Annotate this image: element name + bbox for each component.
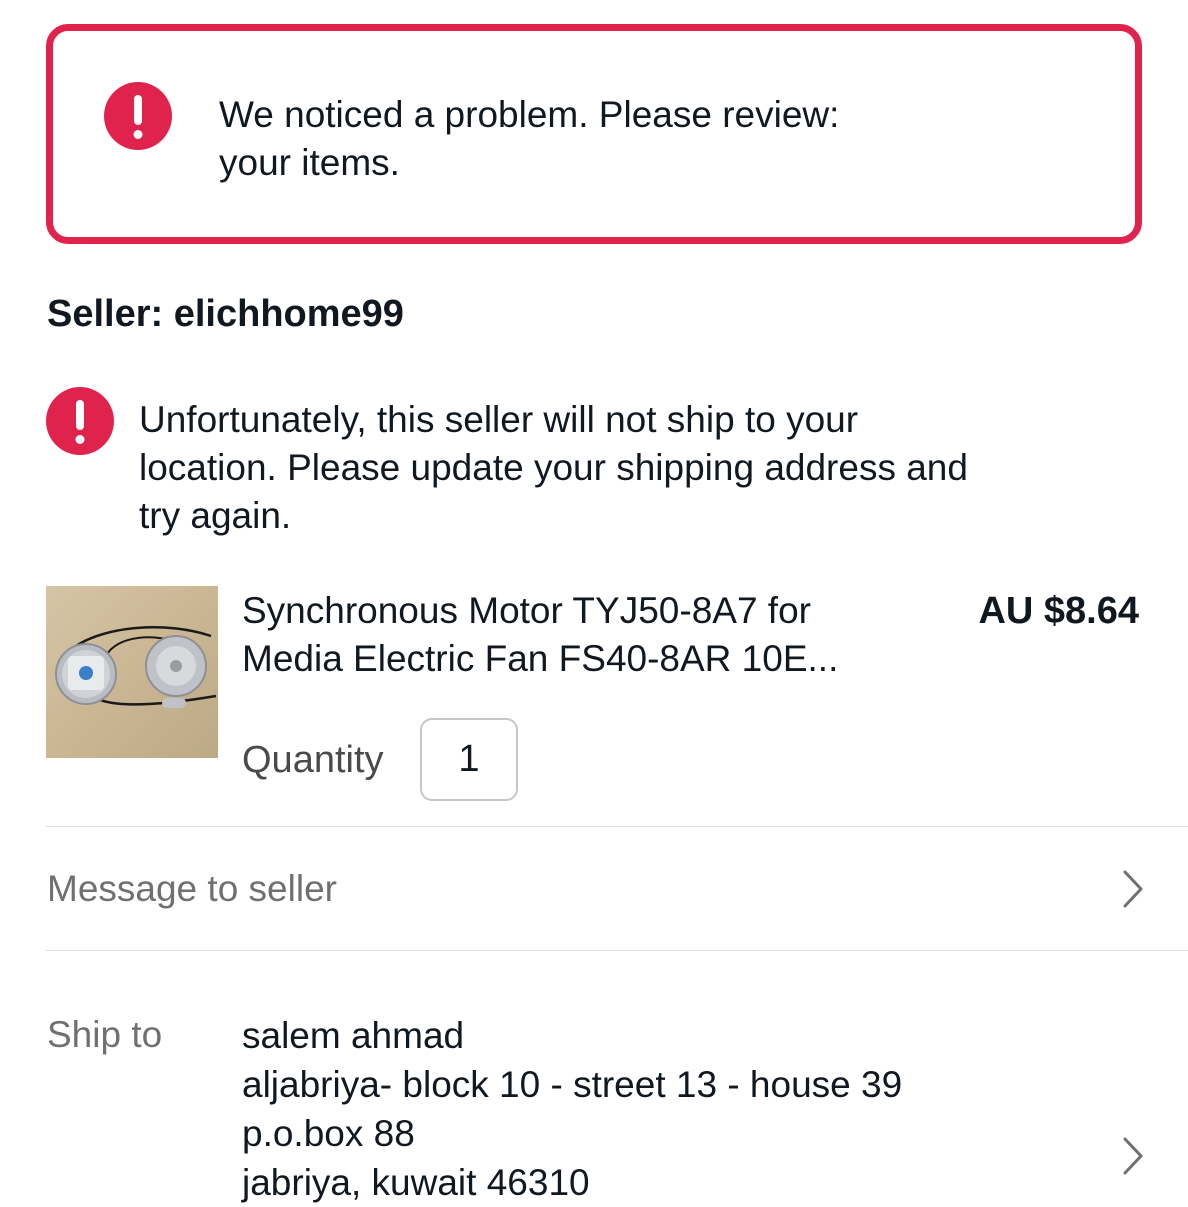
item-title[interactable]: Synchronous Motor TYJ50-8A7 for Media El… bbox=[242, 587, 932, 683]
exclamation-circle-icon bbox=[104, 82, 172, 150]
item-title-line-2: Media Electric Fan FS40-8AR 10E... bbox=[242, 638, 839, 679]
motor-product-image bbox=[55, 626, 217, 708]
alert-line-1: We noticed a problem. Please review: bbox=[219, 94, 840, 135]
alert-message: We noticed a problem. Please review: you… bbox=[219, 91, 1039, 187]
alert-line-2: your items. bbox=[219, 142, 400, 183]
shipping-address: salem ahmad aljabriya- block 10 - street… bbox=[242, 1011, 902, 1207]
ship-to-label: Ship to bbox=[47, 1014, 163, 1055]
address-street: aljabriya- block 10 - street 13 - house … bbox=[242, 1064, 903, 1105]
shipping-warning-message: Unfortunately, this seller will not ship… bbox=[139, 396, 1139, 540]
chevron-right-icon bbox=[1123, 870, 1143, 908]
item-thumbnail[interactable] bbox=[46, 586, 218, 758]
warning-line-1: Unfortunately, this seller will not ship… bbox=[139, 399, 859, 440]
item-title-line-1: Synchronous Motor TYJ50-8A7 for bbox=[242, 590, 811, 631]
message-to-seller-label: Message to seller bbox=[47, 868, 337, 909]
address-pobox: p.o.box 88 bbox=[242, 1113, 415, 1154]
error-alert-banner: We noticed a problem. Please review: you… bbox=[46, 24, 1142, 244]
quantity-field[interactable]: 1 bbox=[420, 718, 518, 801]
quantity-label: Quantity bbox=[242, 739, 384, 781]
item-price: AU $8.64 bbox=[978, 590, 1139, 632]
chevron-right-icon bbox=[1123, 1137, 1143, 1175]
seller-title: Seller: elichhome99 bbox=[47, 293, 404, 335]
warning-line-3: try again. bbox=[139, 495, 292, 536]
address-name: salem ahmad bbox=[242, 1015, 465, 1056]
divider bbox=[46, 950, 1188, 951]
warning-line-2: location. Please update your shipping ad… bbox=[139, 447, 968, 488]
exclamation-circle-icon bbox=[46, 387, 114, 455]
message-to-seller-row[interactable]: Message to seller bbox=[0, 828, 1188, 950]
divider bbox=[46, 826, 1188, 827]
